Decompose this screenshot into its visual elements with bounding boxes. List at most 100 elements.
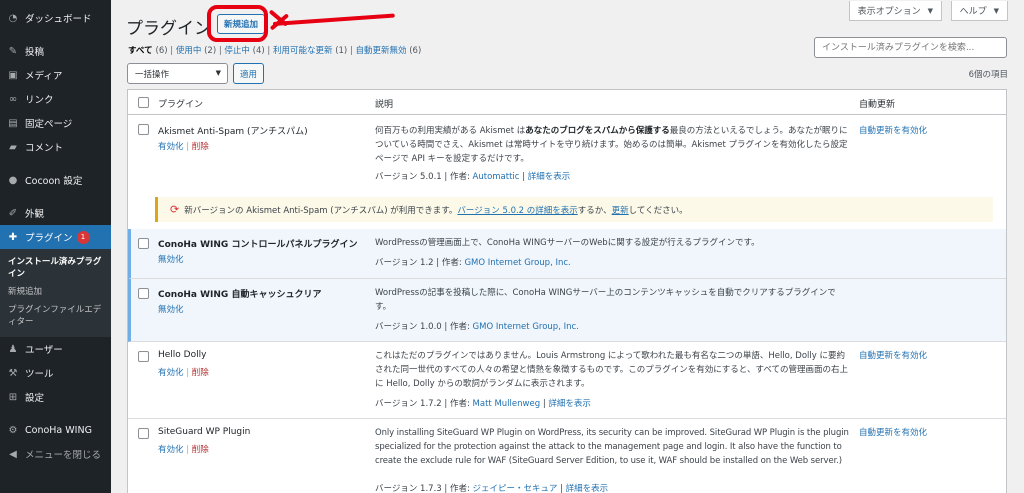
column-description: 説明 <box>375 100 394 110</box>
submenu-plugin-editor[interactable]: プラグインファイルエディター <box>0 301 111 331</box>
column-plugin: プラグイン <box>158 100 204 110</box>
details-link[interactable]: 詳細を表示 <box>566 484 609 493</box>
menu-users[interactable]: ♟ ユーザー <box>0 337 111 361</box>
comment-icon: ▰ <box>9 141 17 153</box>
deactivate-link[interactable]: 無効化 <box>158 305 184 315</box>
plugins-table: プラグイン 説明 自動更新 Akismet Anti-Spam (アンチスパム)… <box>127 89 1007 493</box>
plugin-description: これはただのプラグインではありません。Louis Armstrong によって歌… <box>375 351 849 389</box>
search-input[interactable] <box>814 37 1007 58</box>
filter-inactive[interactable]: 停止中 (4) <box>224 46 264 56</box>
help-button[interactable]: ヘルプ ▼ <box>950 1 1008 21</box>
plugin-name: ConoHa WING コントロールパネルプラグイン <box>158 240 358 250</box>
delete-link[interactable]: 削除 <box>192 368 209 378</box>
menu-cocoon[interactable]: ● Cocoon 設定 <box>0 168 111 192</box>
menu-media[interactable]: ▣ メディア <box>0 63 111 87</box>
filter-update-available[interactable]: 利用可能な更新 (1) <box>273 46 347 56</box>
submenu-add-new[interactable]: 新規追加 <box>0 283 111 301</box>
author-link[interactable]: Matt Mullenweg <box>473 399 541 409</box>
table-row: ConoHa WING コントロールパネルプラグイン 無効化 WordPress… <box>128 229 1006 279</box>
plugins-submenu: インストール済みプラグイン 新規追加 プラグインファイルエディター <box>0 249 111 337</box>
row-actions: 有効化 | 削除 <box>158 142 209 152</box>
caret-down-icon: ▼ <box>993 6 999 15</box>
author-link[interactable]: ジェイピー・セキュア <box>473 484 558 493</box>
column-auto-update: 自動更新 <box>859 100 896 110</box>
enable-autoupdate-link[interactable]: 自動更新を有効化 <box>859 124 927 136</box>
row-checkbox[interactable] <box>138 288 149 299</box>
menu-pages[interactable]: ▤ 固定ページ <box>0 111 111 135</box>
plugin-name: Akismet Anti-Spam (アンチスパム) <box>158 127 308 137</box>
plugin-name: SiteGuard WP Plugin <box>158 427 251 437</box>
delete-link[interactable]: 削除 <box>192 142 209 152</box>
chevron-down-icon: ▼ <box>215 69 221 77</box>
item-count: 6個の項目 <box>968 70 1008 80</box>
plugin-version-line: バージョン 1.2 | 作者: GMO Internet Group, Inc. <box>375 258 571 268</box>
menu-conoha-wing[interactable]: ⚙ ConoHa WING <box>0 418 111 442</box>
apply-button[interactable]: 適用 <box>233 63 265 84</box>
enable-autoupdate-link[interactable]: 自動更新を有効化 <box>859 426 927 438</box>
row-actions: 有効化 | 削除 <box>158 445 209 455</box>
bulk-actions-select[interactable]: 一括操作 ▼ <box>127 63 228 84</box>
user-icon: ♟ <box>8 343 18 355</box>
author-link[interactable]: GMO Internet Group, Inc. <box>464 258 570 268</box>
gear-icon: ⚙ <box>8 424 18 436</box>
table-row: SiteGuard WP Plugin 有効化 | 削除 Only instal… <box>128 419 1006 493</box>
plugin-name: Hello Dolly <box>158 350 207 360</box>
row-checkbox[interactable] <box>138 124 149 135</box>
screen-options-button[interactable]: 表示オプション ▼ <box>848 1 942 21</box>
cocoon-icon: ● <box>8 174 18 186</box>
view-version-details-link[interactable]: バージョン 5.0.2 の詳細を表示 <box>457 204 577 216</box>
filter-active[interactable]: 使用中 (2) <box>176 46 216 56</box>
menu-tools[interactable]: ⚒ ツール <box>0 361 111 385</box>
menu-links[interactable]: ∞ リンク <box>0 87 111 111</box>
update-now-link[interactable]: 更新 <box>612 204 629 216</box>
table-row: Hello Dolly 有効化 | 削除 これはただのプラグインではありません。… <box>128 342 1006 419</box>
page-icon: ▤ <box>8 117 18 129</box>
update-notice: ⟳ 新バージョンの Akismet Anti-Spam (アンチスパム) が利用… <box>155 197 993 222</box>
author-link[interactable]: Automattic <box>473 172 520 182</box>
plugin-description: 何百万もの利用実績がある Akismet はあなたのブログをスパムから保護する最… <box>375 126 848 164</box>
filter-all[interactable]: すべて (6) <box>128 46 168 56</box>
refresh-icon: ⟳ <box>170 203 180 216</box>
plugin-name: ConoHa WING 自動キャッシュクリア <box>158 290 322 300</box>
brush-icon: ✐ <box>8 207 18 219</box>
caret-down-icon: ▼ <box>927 6 933 15</box>
menu-posts[interactable]: ✎ 投稿 <box>0 39 111 63</box>
pin-icon: ✎ <box>8 45 18 57</box>
collapse-icon: ◀ <box>9 448 17 460</box>
select-all-checkbox[interactable] <box>138 97 149 108</box>
table-header: プラグイン 説明 自動更新 <box>128 90 1006 115</box>
row-checkbox[interactable] <box>138 238 149 249</box>
plugin-version-line: バージョン 1.0.0 | 作者: GMO Internet Group, In… <box>375 322 579 332</box>
dashboard-icon: ◔ <box>8 12 18 24</box>
submenu-installed-plugins[interactable]: インストール済みプラグイン <box>0 253 111 283</box>
row-checkbox[interactable] <box>138 351 149 362</box>
annotation-arrow-shaft <box>272 13 395 26</box>
activate-link[interactable]: 有効化 <box>158 445 184 455</box>
details-link[interactable]: 詳細を表示 <box>548 399 591 409</box>
plugin-icon: ✚ <box>8 231 18 243</box>
main-content: 表示オプション ▼ ヘルプ ▼ プラグイン 新規追加 すべて (6) | 使用中 (… <box>111 0 1024 493</box>
link-icon: ∞ <box>8 93 18 105</box>
menu-dashboard[interactable]: ◔ ダッシュボード <box>0 6 111 30</box>
menu-appearance[interactable]: ✐ 外観 <box>0 201 111 225</box>
menu-collapse[interactable]: ◀ メニューを閉じる <box>0 442 111 466</box>
activate-link[interactable]: 有効化 <box>158 368 184 378</box>
menu-plugins[interactable]: ✚ プラグイン 1 <box>0 225 111 249</box>
add-new-button[interactable]: 新規追加 <box>217 14 266 34</box>
delete-link[interactable]: 削除 <box>192 445 209 455</box>
row-actions: 有効化 | 削除 <box>158 368 209 378</box>
row-checkbox[interactable] <box>138 428 149 439</box>
media-icon: ▣ <box>8 69 18 81</box>
menu-settings[interactable]: ⊞ 設定 <box>0 385 111 409</box>
plugin-description: WordPressの管理画面上で、ConoHa WINGサーバーのWebに関する… <box>375 238 760 248</box>
plugin-description: WordPressの記事を投稿した際に、ConoHa WINGサーバー上のコンテ… <box>375 288 836 312</box>
filter-autoupdate-disabled[interactable]: 自動更新無効 (6) <box>356 46 422 56</box>
update-count-badge: 1 <box>76 230 90 244</box>
author-link[interactable]: GMO Internet Group, Inc. <box>473 322 579 332</box>
details-link[interactable]: 詳細を表示 <box>528 172 571 182</box>
status-filters: すべて (6) | 使用中 (2) | 停止中 (4) | 利用可能な更新 (1… <box>128 46 422 56</box>
activate-link[interactable]: 有効化 <box>158 142 184 152</box>
enable-autoupdate-link[interactable]: 自動更新を有効化 <box>859 349 927 361</box>
deactivate-link[interactable]: 無効化 <box>158 255 184 265</box>
menu-comments[interactable]: ▰ コメント <box>0 135 111 159</box>
